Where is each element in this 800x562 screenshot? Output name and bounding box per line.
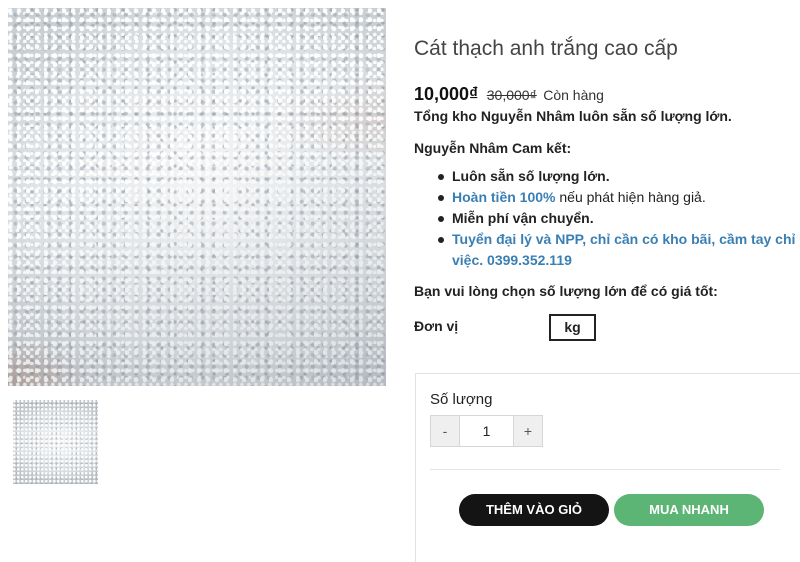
quantity-input[interactable]: 1 [459, 416, 514, 446]
thumbnail-sand-texture [13, 400, 98, 484]
buy-now-button[interactable]: MUA NHANH [614, 494, 764, 526]
product-main-image[interactable] [8, 8, 386, 386]
old-price: 30,000₫ [486, 87, 537, 103]
dealer-recruitment-text: Tuyển đại lý và NPP, chỉ cần có kho bãi,… [452, 231, 796, 268]
image-shading [8, 8, 386, 386]
price-row: 10,000₫ 30,000₫ Còn hàng [414, 84, 604, 105]
bulk-note: Bạn vui lòng chọn số lượng lớn để có giá… [414, 283, 718, 299]
commitment-list: Luôn sẵn số lượng lớn. Hoàn tiền 100% nế… [436, 166, 796, 271]
bullet-icon [438, 216, 444, 222]
increment-button[interactable]: + [514, 416, 542, 446]
quantity-stepper: - 1 + [430, 415, 543, 447]
unit-option-kg[interactable]: kg [549, 314, 596, 341]
quantity-label: Số lượng [430, 391, 493, 408]
bullet-icon [438, 237, 444, 243]
commitment-text: Miễn phí vận chuyển. [452, 210, 594, 226]
commitment-heading: Nguyễn Nhâm Cam kết: [414, 140, 572, 156]
bullet-icon [438, 195, 444, 201]
commitment-item: Luôn sẵn số lượng lớn. [436, 166, 796, 187]
purchase-box: Số lượng - 1 + THÊM VÀO GIỎ MUA NHANH [415, 373, 800, 562]
divider [430, 469, 780, 470]
refund-highlight: Hoàn tiền 100% [452, 189, 556, 205]
product-title: Cát thạch anh trắng cao cấp [414, 37, 678, 60]
bullet-icon [438, 174, 444, 180]
decrement-button[interactable]: - [431, 416, 459, 446]
unit-label: Đơn vị [414, 318, 459, 334]
product-thumbnail[interactable] [13, 400, 98, 484]
current-price: 10,000₫ [414, 84, 479, 104]
commitment-item: Tuyển đại lý và NPP, chỉ cần có kho bãi,… [436, 229, 796, 271]
commitment-text: nếu phát hiện hàng giả. [555, 189, 706, 205]
add-to-cart-button[interactable]: THÊM VÀO GIỎ [459, 494, 609, 526]
commitment-text: Luôn sẵn số lượng lớn. [452, 168, 610, 184]
commitment-item: Hoàn tiền 100% nếu phát hiện hàng giả. [436, 187, 796, 208]
stock-status: Còn hàng [543, 87, 604, 103]
commitment-item: Miễn phí vận chuyển. [436, 208, 796, 229]
warehouse-tagline: Tổng kho Nguyễn Nhâm luôn sẵn số lượng l… [414, 108, 732, 124]
